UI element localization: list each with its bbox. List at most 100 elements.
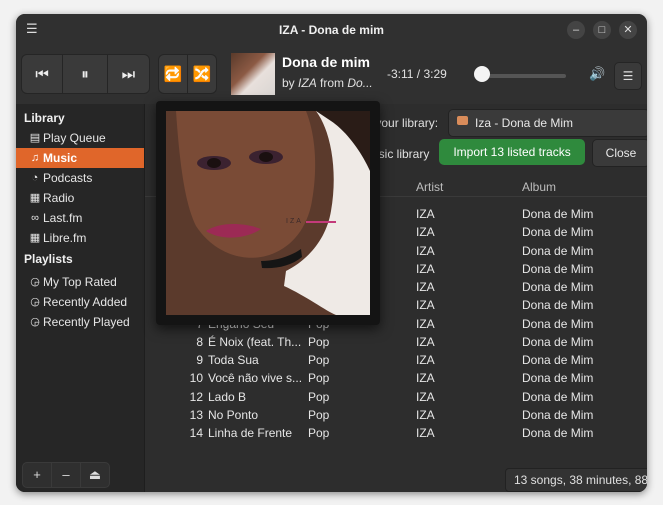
import-tracks-button[interactable]: Import 13 listed tracks: [439, 139, 585, 165]
artist-cell: IZA: [416, 243, 435, 258]
lastfm-icon: ∞: [31, 212, 39, 224]
maximize-button[interactable]: □: [593, 21, 611, 39]
hamburger-icon: ☰: [622, 69, 634, 83]
playlist-item-label: Recently Played: [43, 315, 130, 329]
sidebar: Library ▤ Play Queue ♫ Music ◔ Podcasts …: [16, 104, 145, 492]
column-header-album[interactable]: Album: [522, 180, 556, 194]
librefm-icon: ▦: [29, 232, 41, 244]
app-window: ☰ IZA - Dona de mim – □ ✕ ⏮ ⏸ ⏭ 🔁 🔀 Dona…: [16, 14, 647, 492]
now-playing-title: Dona de mim: [282, 54, 370, 70]
artist-cell: IZA: [416, 316, 435, 331]
album-cell: Dona de Mim: [522, 389, 594, 404]
seek-knob[interactable]: [474, 66, 490, 82]
smart-playlist-icon: ◶: [30, 316, 40, 328]
sidebar-item-play-queue[interactable]: ▤ Play Queue: [16, 128, 144, 148]
next-icon: ⏭: [121, 65, 136, 83]
track-title-cell: Lado B: [208, 389, 247, 404]
artist-cell: IZA: [416, 261, 435, 276]
album-cell: Dona de Mim: [522, 407, 594, 422]
queue-icon: ▤: [29, 132, 41, 144]
album-cover-image: IZA: [166, 111, 370, 315]
artist-cell: IZA: [416, 334, 435, 349]
by-label: by: [282, 76, 295, 90]
column-header-artist[interactable]: Artist: [416, 180, 443, 194]
sidebar-item-label: Last.fm: [43, 211, 83, 225]
album-cell: Dona de Mim: [522, 426, 594, 440]
album-thumbnail[interactable]: [231, 53, 275, 95]
album-label[interactable]: Do...: [347, 76, 372, 90]
track-number-cell: 8: [196, 334, 203, 349]
previous-icon: ⏮: [35, 65, 49, 83]
track-number-cell: 12: [189, 389, 203, 404]
playlist-item-my-top-rated[interactable]: ◶ My Top Rated: [16, 272, 144, 292]
status-bar: 13 songs, 38 minutes, 88: [505, 468, 647, 492]
remove-playlist-button[interactable]: –: [52, 463, 81, 487]
table-row[interactable]: 12 Lado B Pop IZA Dona de Mim: [145, 388, 647, 406]
folder-icon: [457, 116, 468, 125]
artist-cell: IZA: [416, 407, 435, 422]
sidebar-item-podcasts[interactable]: ◔ Podcasts: [16, 168, 144, 188]
playlist-item-label: Recently Added: [43, 295, 128, 309]
track-title-cell: É Noix (feat. Th...: [208, 334, 302, 349]
table-row[interactable]: 10 Você não vive s... Pop IZA Dona de Mim: [145, 369, 647, 387]
table-row[interactable]: 9 Toda Sua Pop IZA Dona de Mim: [145, 351, 647, 369]
genre-cell: Pop: [308, 353, 330, 367]
cover-text: IZA: [286, 218, 303, 225]
next-button[interactable]: ⏭: [108, 55, 149, 93]
track-title-cell: Linha de Frente: [208, 426, 293, 440]
eject-button[interactable]: ⏏: [81, 463, 109, 487]
album-cell: Dona de Mim: [522, 298, 594, 313]
artist-label[interactable]: IZA: [298, 76, 317, 90]
library-heading: Library: [24, 111, 65, 125]
playlist-item-recently-played[interactable]: ◶ Recently Played: [16, 312, 144, 332]
sidebar-item-radio[interactable]: ▦ Radio: [16, 188, 144, 208]
table-row[interactable]: 8 É Noix (feat. Th... Pop IZA Dona de Mim: [145, 333, 647, 351]
minimize-button[interactable]: –: [567, 21, 585, 39]
playlist-item-label: My Top Rated: [43, 275, 117, 289]
track-number-cell: 9: [196, 353, 203, 367]
album-cover-popup[interactable]: IZA: [156, 101, 380, 325]
table-row[interactable]: 13 No Ponto Pop IZA Dona de Mim: [145, 406, 647, 424]
library-select-value: Iza - Dona de Mim: [475, 116, 574, 130]
playlist-item-recently-added[interactable]: ◶ Recently Added: [16, 292, 144, 312]
track-number-cell: 10: [189, 371, 203, 386]
music-note-icon: ♫: [30, 152, 40, 164]
sidebar-item-label: Podcasts: [43, 171, 93, 185]
album-cell: Dona de Mim: [522, 334, 594, 349]
sidebar-item-label: Libre.fm: [43, 231, 87, 245]
close-banner-button[interactable]: Close: [592, 139, 647, 167]
track-title-cell: Toda Sua: [208, 353, 259, 367]
artist-cell: IZA: [416, 225, 435, 240]
track-number-cell: 14: [189, 426, 203, 440]
repeat-button[interactable]: 🔁: [159, 55, 188, 93]
main-menu-button[interactable]: ☰: [614, 62, 642, 90]
sidebar-item-librefm[interactable]: ▦ Libre.fm: [16, 228, 144, 248]
time-display: -3:11 / 3:29: [387, 67, 447, 81]
library-select[interactable]: Iza - Dona de Mim: [448, 109, 647, 137]
mode-controls: 🔁 🔀: [158, 54, 217, 94]
sidebar-item-lastfm[interactable]: ∞ Last.fm: [16, 208, 144, 228]
album-cell: Dona de Mim: [522, 243, 594, 258]
pause-button[interactable]: ⏸: [63, 55, 108, 93]
close-window-button[interactable]: ✕: [619, 21, 637, 39]
sidebar-item-music[interactable]: ♫ Music: [16, 148, 144, 168]
add-playlist-button[interactable]: +: [23, 463, 52, 487]
artist-cell: IZA: [416, 298, 435, 313]
genre-cell: Pop: [308, 426, 330, 440]
album-cover-art: IZA: [166, 111, 370, 315]
radio-icon: ▦: [29, 192, 41, 204]
playlists-heading: Playlists: [24, 252, 73, 266]
pause-icon: ⏸: [81, 65, 89, 83]
playlist-buttons: + – ⏏: [22, 462, 110, 488]
shuffle-icon: 🔀: [192, 66, 212, 83]
table-row[interactable]: 14 Linha de Frente Pop IZA Dona de Mim: [145, 424, 647, 442]
previous-button[interactable]: ⏮: [22, 55, 64, 93]
artist-cell: IZA: [416, 426, 435, 440]
track-title-cell: No Ponto: [208, 407, 259, 422]
track-title-cell: Você não vive s...: [208, 371, 303, 386]
repeat-icon: 🔁: [163, 66, 183, 83]
volume-icon[interactable]: 🔊: [589, 66, 605, 82]
artist-cell: IZA: [416, 207, 435, 221]
shuffle-button[interactable]: 🔀: [188, 55, 216, 93]
from-label: from: [320, 76, 345, 90]
